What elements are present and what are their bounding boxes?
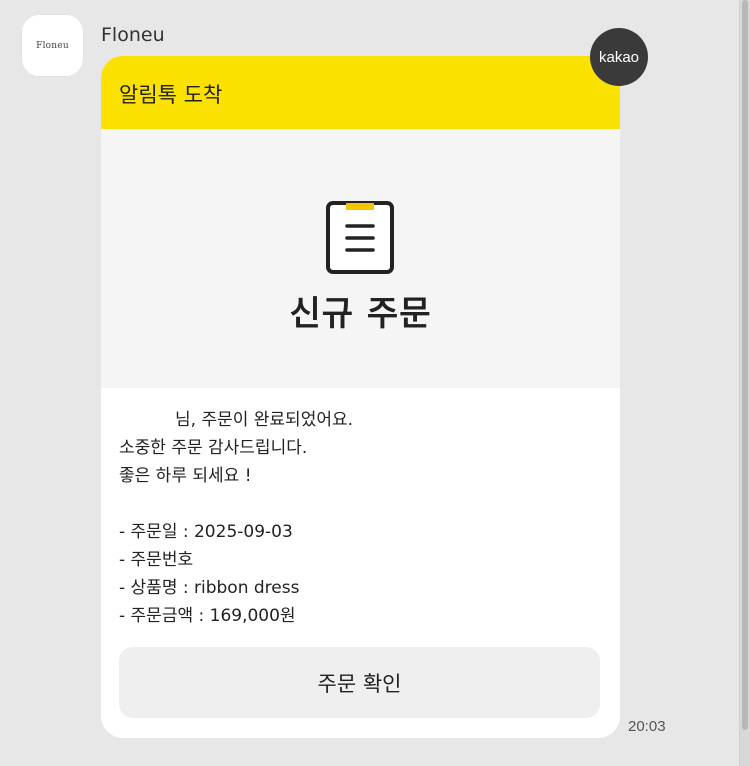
body-line-product-name: - 상품명 : ribbon dress [119, 578, 300, 598]
message-hero: 신규 주문 [101, 129, 620, 388]
message-header: 알림톡 도착 [101, 56, 620, 129]
message-body: 님, 주문이 완료되었어요. 소중한 주문 감사드립니다. 좋은 하루 되세요 … [101, 388, 620, 630]
hero-title: 신규 주문 [289, 294, 432, 334]
body-line-order-amount: - 주문금액 : 169,000원 [119, 606, 296, 626]
clipboard-icon [326, 201, 394, 274]
sender-avatar[interactable]: Floneu [21, 14, 84, 77]
body-line-greeting: 님, 주문이 완료되었어요. [175, 410, 354, 430]
scrollbar-thumb[interactable] [742, 0, 748, 730]
message-header-title: 알림톡 도착 [119, 82, 223, 107]
body-line-order-number: - 주문번호 [119, 550, 194, 570]
avatar-text: Floneu [36, 40, 69, 51]
alimtalk-message-bubble: 알림톡 도착 신규 주문 님, 주문이 완료되었어요. 소중한 주문 감사드립니… [101, 56, 620, 738]
body-line-goodday: 좋은 하루 되세요 ! [119, 466, 252, 486]
kakao-badge: kakao [590, 28, 648, 86]
body-line-thanks: 소중한 주문 감사드립니다. [119, 438, 308, 458]
body-line-order-date: - 주문일 : 2025-09-03 [119, 522, 293, 542]
message-timestamp: 20:03 [628, 718, 666, 735]
sender-name: Floneu [101, 24, 165, 46]
order-confirm-button[interactable]: 주문 확인 [119, 647, 600, 718]
scrollbar[interactable] [739, 0, 750, 766]
